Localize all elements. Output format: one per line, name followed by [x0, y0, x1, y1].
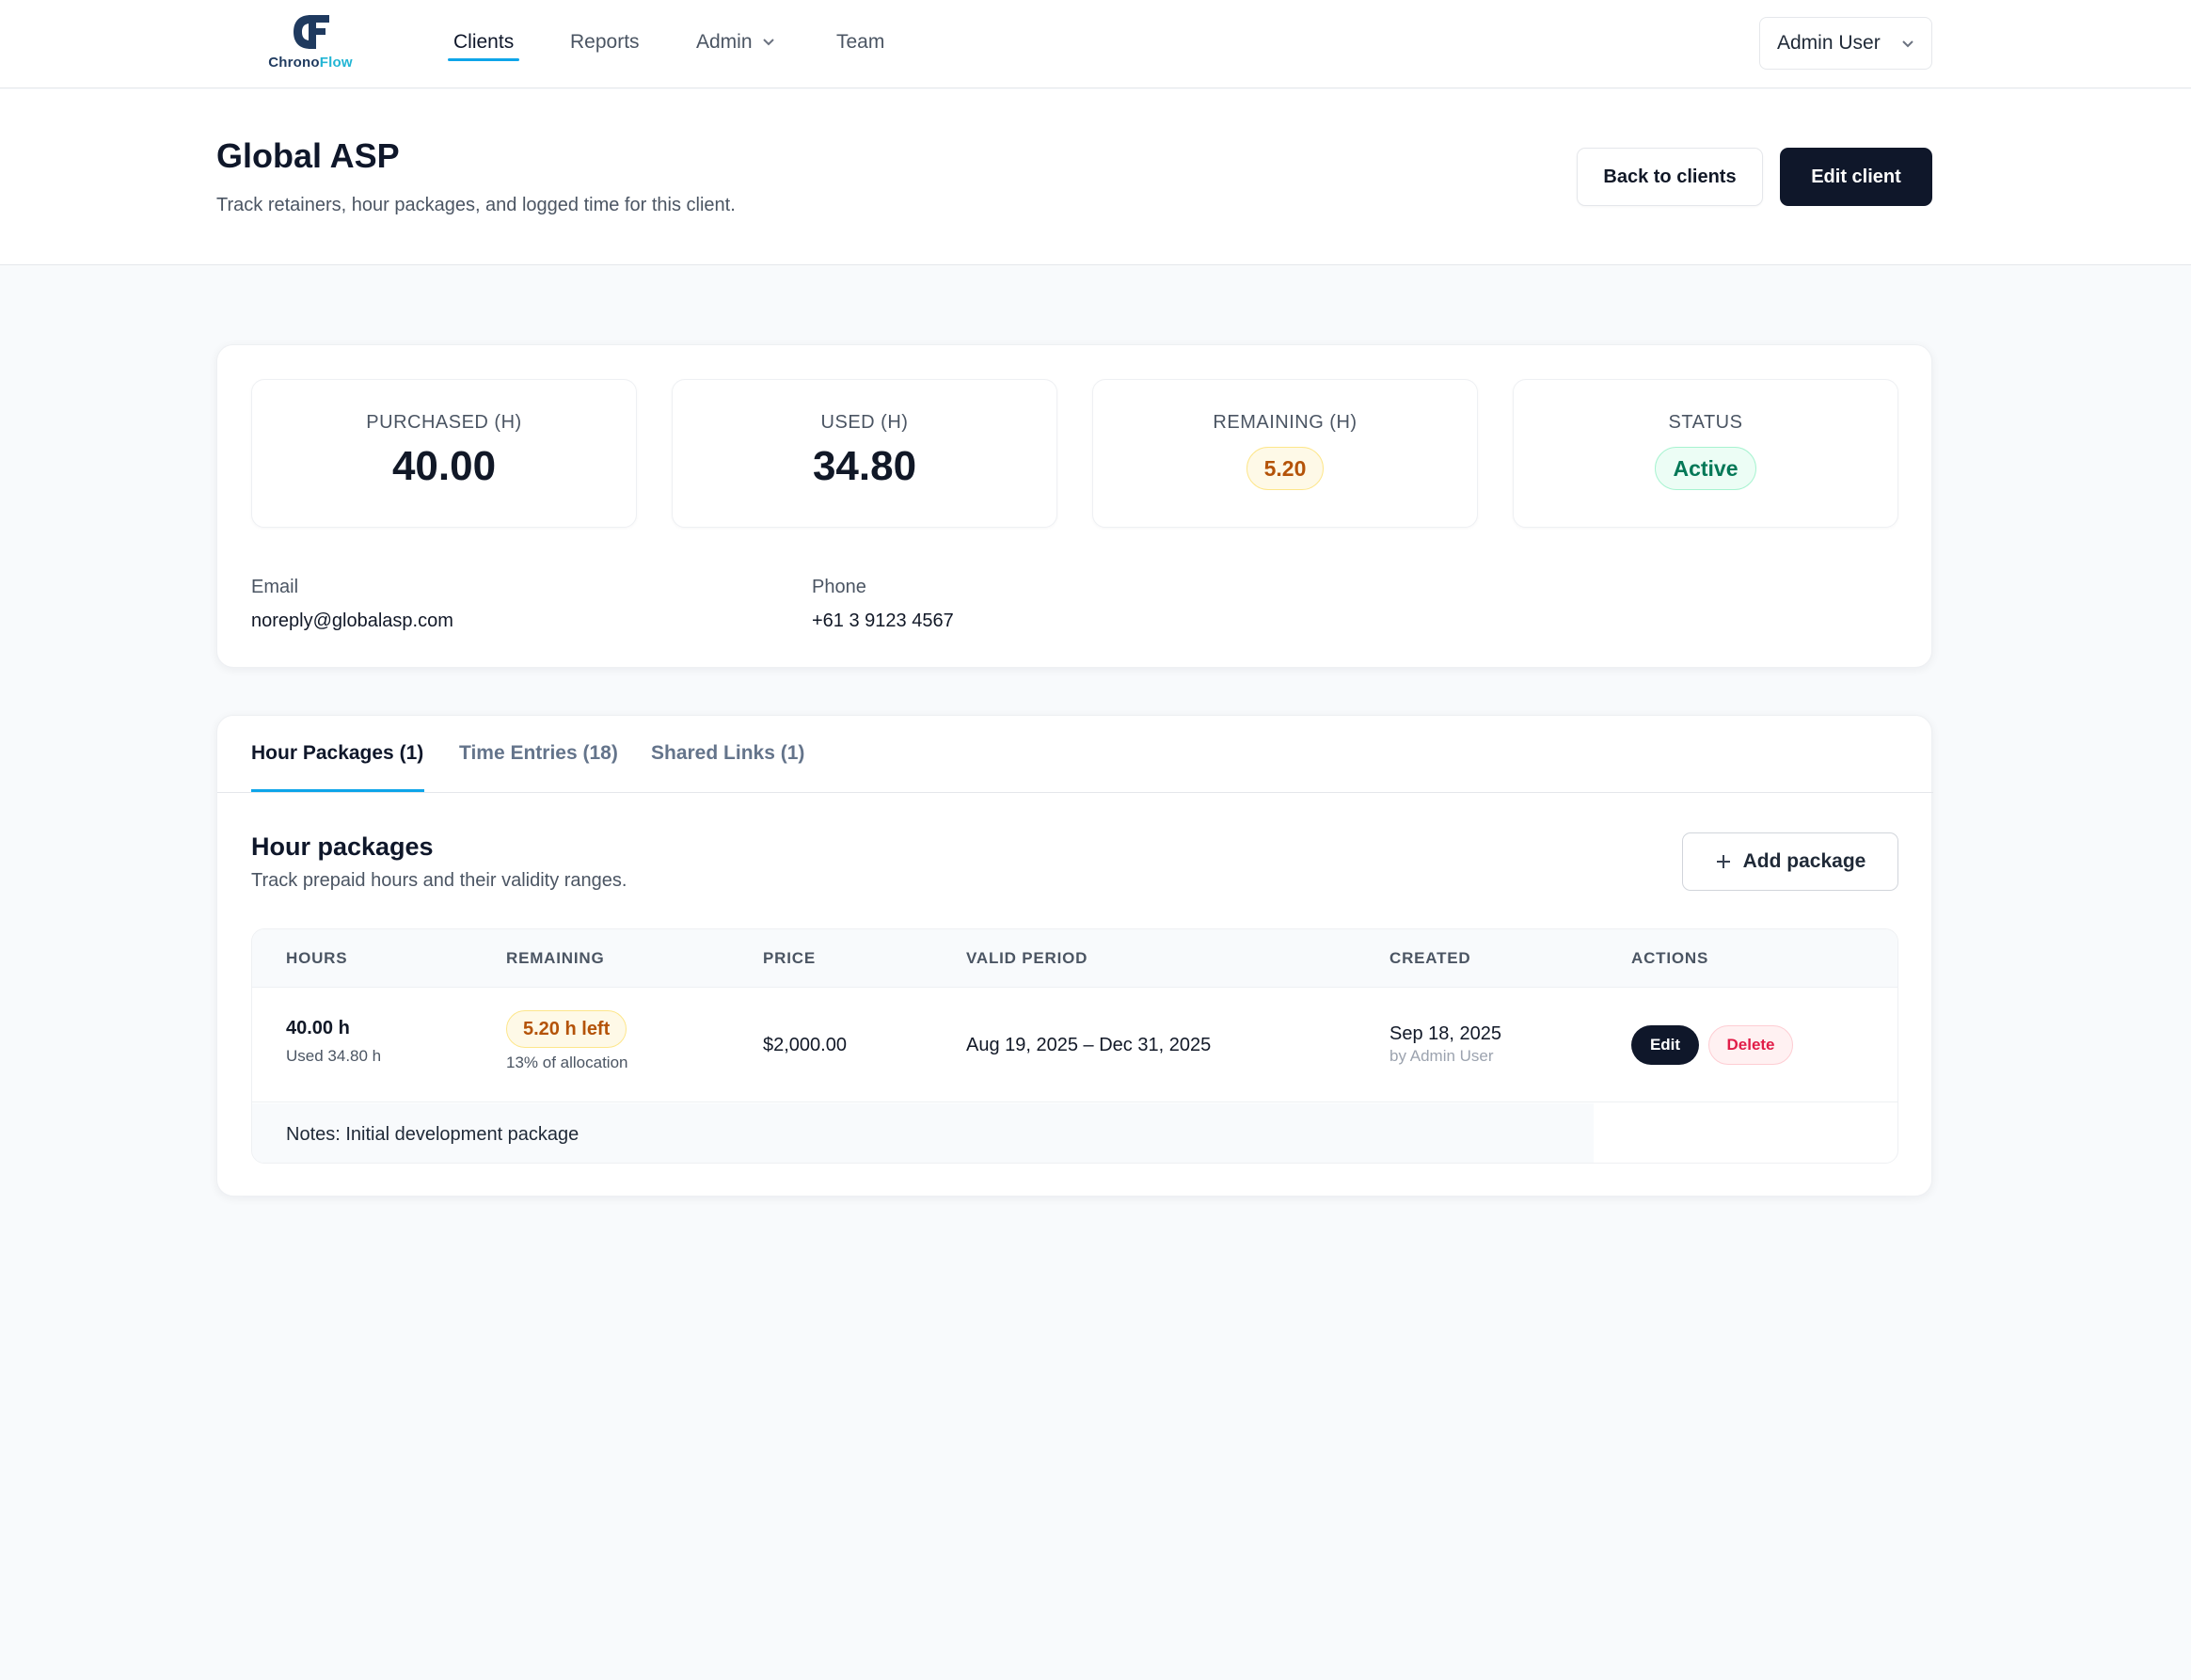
phone-label: Phone [812, 577, 866, 597]
brand-name: ChronoFlow [268, 55, 353, 71]
edit-package-button[interactable]: Edit [1631, 1025, 1699, 1065]
hours-used: Used 34.80 h [286, 1047, 382, 1065]
allocation-percent: 13% of allocation [506, 1054, 628, 1071]
stat-status: STATUS Active [1513, 379, 1898, 528]
table-header: HOURS REMAINING PRICE VALID PERIOD CREAT… [252, 929, 1897, 988]
page-subtitle: Track retainers, hour packages, and logg… [216, 195, 736, 215]
client-details-tabs-card: Hour Packages (1) Time Entries (18) Shar… [216, 715, 1933, 1197]
hours-value: 40.00 h [286, 1018, 350, 1038]
tab-hour-packages[interactable]: Hour Packages (1) [251, 742, 423, 765]
packages-table: HOURS REMAINING PRICE VALID PERIOD CREAT… [251, 928, 1898, 1164]
package-notes-row: Notes: Initial development package [252, 1103, 1594, 1163]
phone-value: +61 3 9123 4567 [812, 610, 954, 631]
stat-status-label: STATUS [1668, 412, 1743, 433]
stat-remaining-label: REMAINING (H) [1213, 412, 1357, 433]
col-valid-period: VALID PERIOD [966, 949, 1088, 967]
stat-used-label: USED (H) [820, 412, 909, 433]
stat-remaining: REMAINING (H) 5.20 [1092, 379, 1478, 528]
package-notes: Notes: Initial development package [286, 1124, 580, 1145]
email-value: noreply@globalasp.com [251, 610, 453, 631]
nav-admin[interactable]: Admin [696, 31, 775, 54]
stat-used-value: 34.80 [812, 443, 917, 489]
nav-active-indicator [448, 58, 519, 61]
user-menu-label: Admin User [1777, 32, 1881, 54]
stat-purchased-label: PURCHASED (H) [366, 412, 522, 433]
page-header: Global ASP Track retainers, hour package… [0, 89, 2191, 265]
table-row: 40.00 h Used 34.80 h 5.20 h left 13% of … [252, 988, 1897, 1102]
brand-logo[interactable]: ChronoFlow [263, 11, 357, 77]
cell-valid-period: Aug 19, 2025 – Dec 31, 2025 [966, 1035, 1212, 1055]
delete-package-button[interactable]: Delete [1708, 1025, 1793, 1065]
col-price: PRICE [763, 949, 816, 967]
user-menu-button[interactable]: Admin User [1759, 17, 1932, 70]
client-summary-card: PURCHASED (H) 40.00 USED (H) 34.80 REMAI… [216, 344, 1932, 668]
col-created: CREATED [1389, 949, 1471, 967]
section-title: Hour packages [251, 832, 434, 861]
add-package-label: Add package [1742, 850, 1866, 872]
tabs-divider [217, 792, 1933, 793]
col-actions: ACTIONS [1631, 949, 1709, 967]
cell-created: Sep 18, 2025 by Admin User [1389, 1023, 1501, 1066]
col-remaining: REMAINING [506, 949, 605, 967]
tab-shared-links[interactable]: Shared Links (1) [651, 742, 804, 765]
nav-admin-label: Admin [696, 31, 753, 53]
chronoflow-logo-icon [294, 15, 329, 49]
cell-hours: 40.00 h Used 34.80 h [286, 1018, 381, 1066]
page-title: Global ASP [216, 136, 400, 175]
created-date: Sep 18, 2025 [1389, 1023, 1501, 1044]
cell-remaining: 5.20 h left 13% of allocation [506, 1010, 627, 1072]
nav-team[interactable]: Team [836, 31, 884, 54]
cell-price: $2,000.00 [763, 1035, 847, 1055]
stat-purchased: PURCHASED (H) 40.00 [251, 379, 637, 528]
chevron-down-icon [762, 39, 774, 46]
stat-used: USED (H) 34.80 [672, 379, 1057, 528]
remaining-hours-badge: 5.20 h left [506, 1010, 627, 1048]
stat-purchased-value: 40.00 [391, 443, 497, 489]
chevron-down-icon [1902, 40, 1913, 48]
section-subtitle: Track prepaid hours and their validity r… [251, 870, 627, 891]
col-hours: HOURS [286, 949, 348, 967]
nav-clients[interactable]: Clients [453, 31, 514, 54]
back-to-clients-button[interactable]: Back to clients [1577, 148, 1763, 206]
remaining-badge: 5.20 [1246, 447, 1325, 490]
edit-client-button[interactable]: Edit client [1780, 148, 1932, 206]
plus-icon [1716, 855, 1730, 868]
add-package-button[interactable]: Add package [1682, 832, 1898, 891]
tab-time-entries[interactable]: Time Entries (18) [459, 742, 618, 765]
top-navbar: ChronoFlow Clients Reports Admin Team Ad… [0, 0, 2191, 88]
nav-reports[interactable]: Reports [570, 31, 640, 54]
email-label: Email [251, 577, 299, 597]
status-badge: Active [1655, 447, 1756, 490]
created-by: by Admin User [1389, 1047, 1494, 1065]
